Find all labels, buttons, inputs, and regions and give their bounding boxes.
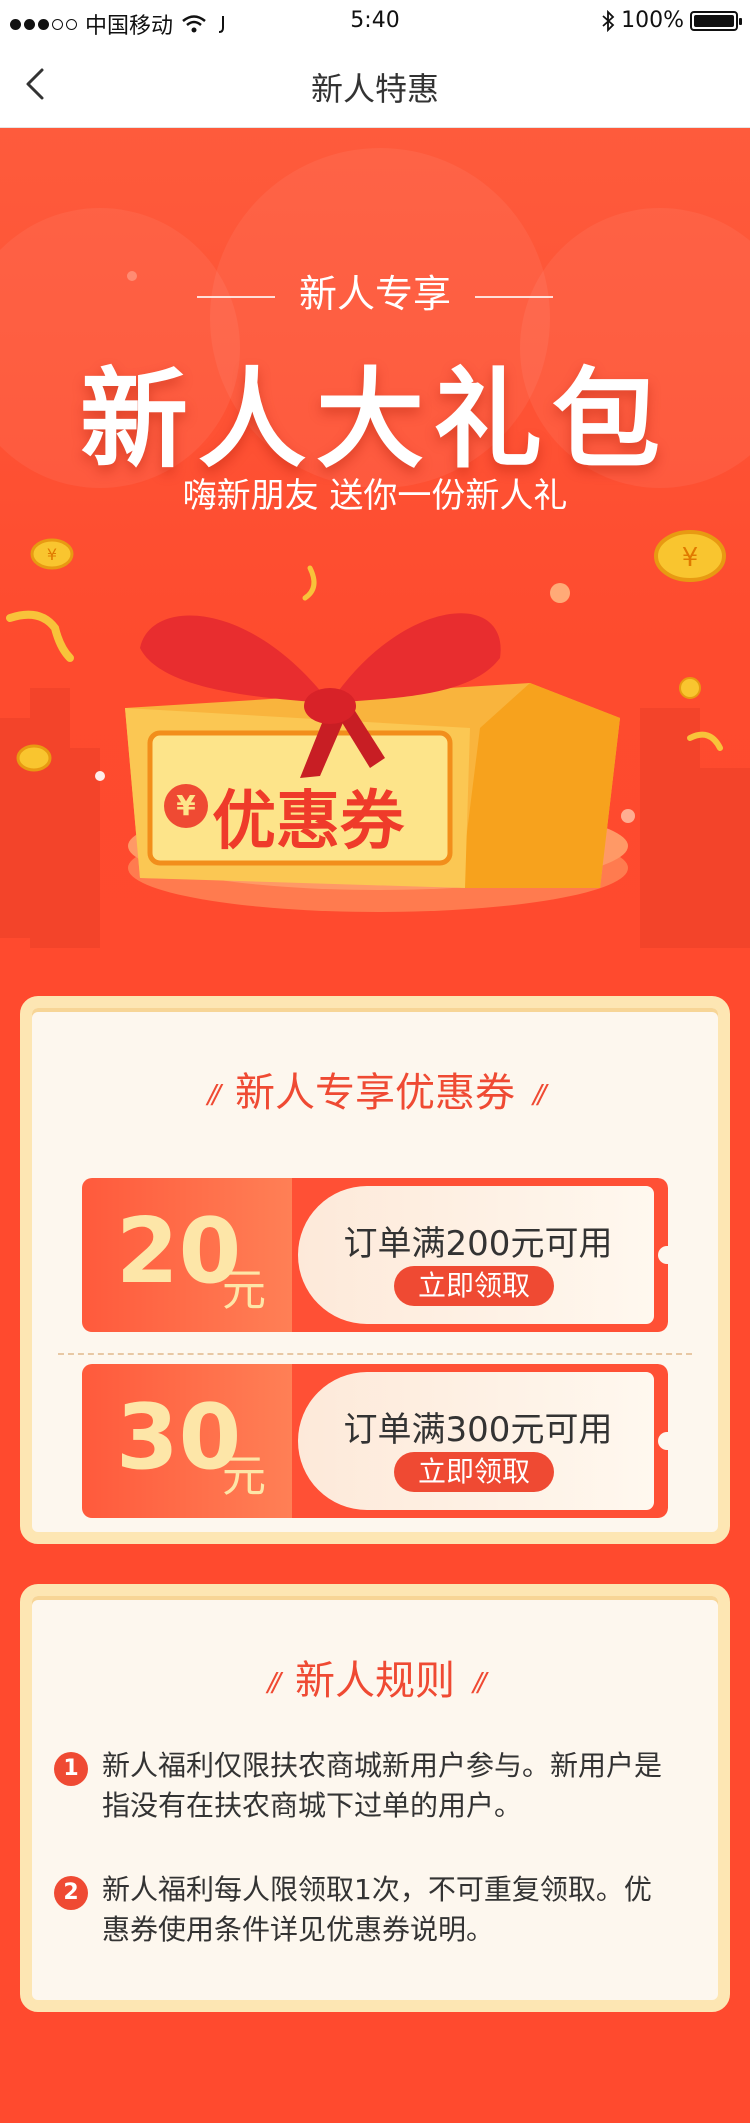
slash-decoration: // xyxy=(533,1080,546,1110)
coupon-card: // 新人专享优惠券 // 20 元 订单满200元可用 立即领取 30 元 订单满… xyxy=(20,996,730,1544)
coupon-unit: 元 xyxy=(222,1265,266,1316)
coupon-condition: 订单满300元可用 xyxy=(343,1410,613,1450)
bluetooth-icon xyxy=(602,9,615,32)
decorative-line xyxy=(475,295,553,298)
svg-text:¥: ¥ xyxy=(47,545,57,564)
svg-text:¥: ¥ xyxy=(682,543,699,573)
coupon-value-panel: 30 元 xyxy=(82,1364,312,1518)
coupon-section-heading: // 新人专享优惠券 // xyxy=(32,1060,718,1118)
coupon-value-panel: 20 元 xyxy=(82,1178,312,1332)
rules-section-heading: // 新人规则 // xyxy=(32,1648,718,1706)
dashed-divider xyxy=(58,1353,692,1355)
status-bar: 中国移动 5:40 100% xyxy=(0,0,750,40)
rule-number-badge: 1 xyxy=(54,1752,88,1786)
hero-subtitle-text: 新人专享 xyxy=(298,272,451,316)
coupon-item[interactable]: 20 元 订单满200元可用 立即领取 xyxy=(82,1178,668,1332)
rules-section-title: 新人规则 xyxy=(295,1658,455,1704)
hero-subtitle: 新人专享 xyxy=(0,263,750,318)
page-title: 新人特惠 xyxy=(310,70,439,108)
currency-badge: ¥ xyxy=(164,784,208,828)
coupon-unit: 元 xyxy=(222,1451,266,1502)
gift-label-wrap: ¥ 优惠券 xyxy=(160,762,460,862)
nav-bar: 新人特惠 xyxy=(0,40,750,128)
rule-number-badge: 2 xyxy=(54,1876,88,1910)
battery-icon xyxy=(690,10,742,31)
battery-percent: 100% xyxy=(621,8,684,33)
rule-text: 新人福利每人限领取1次，不可重复领取。优惠券使用条件详见优惠券说明。 xyxy=(102,1873,652,1946)
slash-decoration: // xyxy=(207,1080,220,1110)
coupon-notch xyxy=(658,1246,668,1264)
rule-text: 新人福利仅限扶农商城新用户参与。新用户是指没有在扶农商城下过单的用户。 xyxy=(102,1749,663,1822)
hero-banner: ¥ ¥ 新人专享 新人大礼包 嗨新朋友 送你一份新人礼 ¥ 优惠券 xyxy=(0,128,750,988)
hero-tagline: 嗨新朋友 送你一份新人礼 xyxy=(182,476,568,516)
claim-button[interactable]: 立即领取 xyxy=(394,1266,554,1306)
hero-title: 新人大礼包 xyxy=(79,358,670,483)
coupon-item[interactable]: 30 元 订单满300元可用 立即领取 xyxy=(82,1364,668,1518)
coupon-paper: 订单满200元可用 立即领取 xyxy=(298,1186,654,1324)
coupon-detail-panel: 订单满200元可用 立即领取 xyxy=(292,1178,668,1332)
coupon-condition: 订单满200元可用 xyxy=(343,1224,613,1264)
rules-card: // 新人规则 // 1 新人福利仅限扶农商城新用户参与。新用户是指没有在扶农商城下… xyxy=(20,1584,730,2012)
slash-decoration: // xyxy=(267,1668,280,1698)
coupon-detail-panel: 订单满300元可用 立即领取 xyxy=(292,1364,668,1518)
coupon-paper: 订单满300元可用 立即领取 xyxy=(298,1372,654,1510)
coupon-section-title: 新人专享优惠券 xyxy=(235,1070,515,1116)
status-right: 100% xyxy=(601,8,742,33)
claim-button[interactable]: 立即领取 xyxy=(394,1452,554,1492)
coupon-notch xyxy=(658,1432,668,1450)
slash-decoration: // xyxy=(473,1668,486,1698)
decorative-line xyxy=(196,295,275,298)
gift-label: 优惠券 xyxy=(212,785,404,859)
